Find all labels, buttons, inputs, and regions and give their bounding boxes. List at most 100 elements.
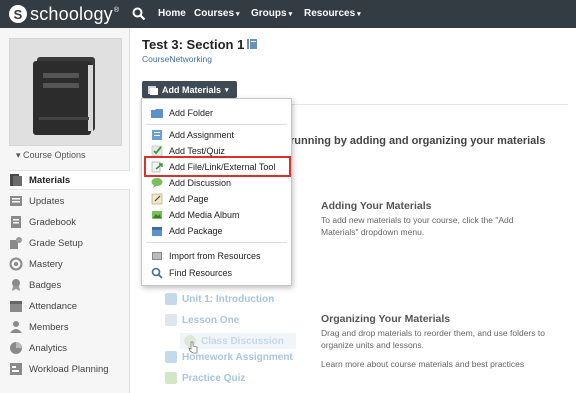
menu-item-add-media-album[interactable]: Add Media Album — [142, 207, 291, 223]
sidebar-item-updates[interactable]: Updates — [9, 191, 130, 211]
logo-text: schoology — [30, 3, 113, 24]
course-picture[interactable] — [9, 38, 122, 146]
nav-groups[interactable]: Groups ▾ — [251, 8, 292, 19]
analytics-icon — [10, 342, 22, 354]
logo-mark: S — [9, 5, 27, 23]
ghost-lesson: Lesson One — [165, 314, 239, 326]
hand-cursor-icon — [188, 341, 198, 354]
nav-resources-label: Resources — [304, 8, 356, 19]
search-icon[interactable] — [132, 7, 146, 21]
folder-icon — [165, 293, 177, 305]
sidebar-item-mastery[interactable]: Mastery — [9, 254, 130, 274]
menu-item-label: Add Discussion — [169, 178, 232, 188]
materials-icon — [10, 174, 22, 186]
page-title: Test 3: Section 1 — [142, 37, 245, 52]
ghost-homework-label: Homework Assignment — [182, 351, 293, 363]
sidebar-item-label: Grade Setup — [29, 237, 83, 249]
assignment-icon — [152, 130, 162, 140]
attendance-icon — [10, 301, 22, 312]
organizing-materials-heading: Organizing Your Materials — [321, 313, 451, 325]
ghost-quiz: Practice Quiz — [165, 372, 245, 384]
add-materials-icon — [148, 85, 158, 95]
ghost-quiz-label: Practice Quiz — [182, 372, 246, 384]
mastery-icon — [9, 257, 23, 271]
menu-item-label: Add Folder — [169, 108, 214, 118]
sidebar-item-label: Mastery — [29, 258, 63, 270]
learn-more-text: Learn more about course materials and be… — [321, 359, 525, 369]
chevron-down-icon: ▾ — [225, 86, 229, 94]
sidebar-item-analytics[interactable]: Analytics — [9, 338, 130, 358]
book-icon — [33, 57, 95, 135]
nav-groups-label: Groups — [251, 8, 287, 19]
sidebar-item-members[interactable]: Members — [9, 317, 130, 337]
sidebar-item-label: Attendance — [29, 300, 78, 312]
chevron-down-icon: ▾ — [288, 11, 293, 18]
add-materials-button[interactable]: Add Materials ▾ — [142, 81, 237, 98]
menu-item-find-resources[interactable]: Find Resources — [142, 265, 291, 281]
course-subtitle-link[interactable]: CourseNetworking — [142, 54, 212, 64]
ghost-lesson-label: Lesson One — [182, 314, 240, 326]
menu-item-add-discussion[interactable]: Add Discussion — [142, 175, 291, 191]
menu-divider — [146, 124, 287, 125]
badges-icon — [12, 279, 20, 291]
sidebar-item-label: Gradebook — [29, 216, 77, 228]
menu-item-add-package[interactable]: Add Package — [142, 223, 291, 239]
page-icon — [151, 193, 163, 205]
menu-item-label: Find Resources — [169, 268, 233, 278]
menu-item-label: Import from Resources — [169, 251, 261, 261]
adding-materials-heading: Adding Your Materials — [321, 200, 432, 212]
page-icon — [165, 314, 177, 326]
menu-item-add-page[interactable]: Add Page — [142, 191, 291, 207]
menu-item-label: Add Assignment — [169, 130, 235, 140]
schoology-logo[interactable]: S schoology ® — [9, 3, 119, 25]
sidebar-item-label: Analytics — [29, 342, 68, 354]
chevron-down-icon: ▾ — [357, 11, 361, 18]
ghost-unit: Unit 1: Introduction — [165, 293, 274, 305]
ghost-discussion-label: Class Discussion — [201, 335, 284, 347]
sidebar-item-grade-setup[interactable]: Grade Setup — [9, 233, 130, 253]
menu-item-label: Add Media Album — [169, 210, 240, 220]
nav-courses[interactable]: Courses ▾ — [194, 8, 240, 19]
nav-home-label: Home — [158, 8, 186, 19]
highlight-box — [144, 156, 291, 177]
menu-item-label: Add Page — [169, 194, 209, 204]
sidebar-item-label: Members — [29, 321, 69, 333]
ghost-unit-label: Unit 1: Introduction — [182, 293, 275, 305]
sidebar-item-label: Materials — [29, 174, 71, 186]
sidebar-item-label: Updates — [29, 195, 65, 207]
top-nav-bar: S schoology ® Home Courses ▾ Groups ▾ Reso… — [0, 0, 576, 28]
notebook-icon[interactable] — [246, 38, 258, 50]
menu-item-add-folder[interactable]: Add Folder — [142, 105, 291, 121]
menu-item-import-resources[interactable]: Import from Resources — [142, 248, 291, 264]
package-icon — [152, 227, 162, 236]
organizing-materials-text: Drag and drop materials to reorder them,… — [321, 328, 545, 350]
updates-icon — [10, 196, 22, 206]
sidebar-item-gradebook[interactable]: Gradebook — [9, 212, 130, 232]
menu-divider — [146, 242, 287, 243]
sidebar-item-attendance[interactable]: Attendance — [9, 296, 130, 316]
discussion-icon — [151, 178, 163, 188]
media-album-icon — [152, 211, 162, 219]
course-options-toggle[interactable]: ▾ Course Options — [16, 150, 86, 161]
assignment-icon — [165, 351, 177, 363]
sidebar-item-label: Badges — [29, 279, 62, 291]
add-materials-dropdown: Add Folder Add Assignment Add Test/Quiz … — [141, 98, 292, 286]
grade-setup-icon — [10, 237, 22, 249]
test-quiz-icon — [165, 372, 177, 384]
sidebar-item-workload-planning[interactable]: Workload Planning — [9, 359, 130, 379]
add-materials-label: Add Materials — [162, 84, 222, 95]
members-icon — [10, 321, 22, 333]
nav-home[interactable]: Home — [158, 8, 186, 19]
sidebar-item-badges[interactable]: Badges — [9, 275, 130, 295]
nav-courses-label: Courses — [194, 8, 235, 19]
menu-item-label: Add Test/Quiz — [169, 146, 225, 156]
chevron-down-icon: ▾ — [236, 11, 240, 18]
nav-resources[interactable]: Resources ▾ — [304, 8, 361, 19]
getting-started-heading: running by adding and organizing your ma… — [290, 135, 546, 147]
trademark: ® — [113, 6, 120, 14]
sidebar-item-materials[interactable]: Materials — [9, 170, 130, 190]
import-icon — [152, 252, 162, 260]
ghost-homework: Homework Assignment — [165, 351, 293, 363]
menu-item-add-assignment[interactable]: Add Assignment — [142, 127, 291, 143]
sidebar-item-label: Workload Planning — [29, 363, 109, 375]
